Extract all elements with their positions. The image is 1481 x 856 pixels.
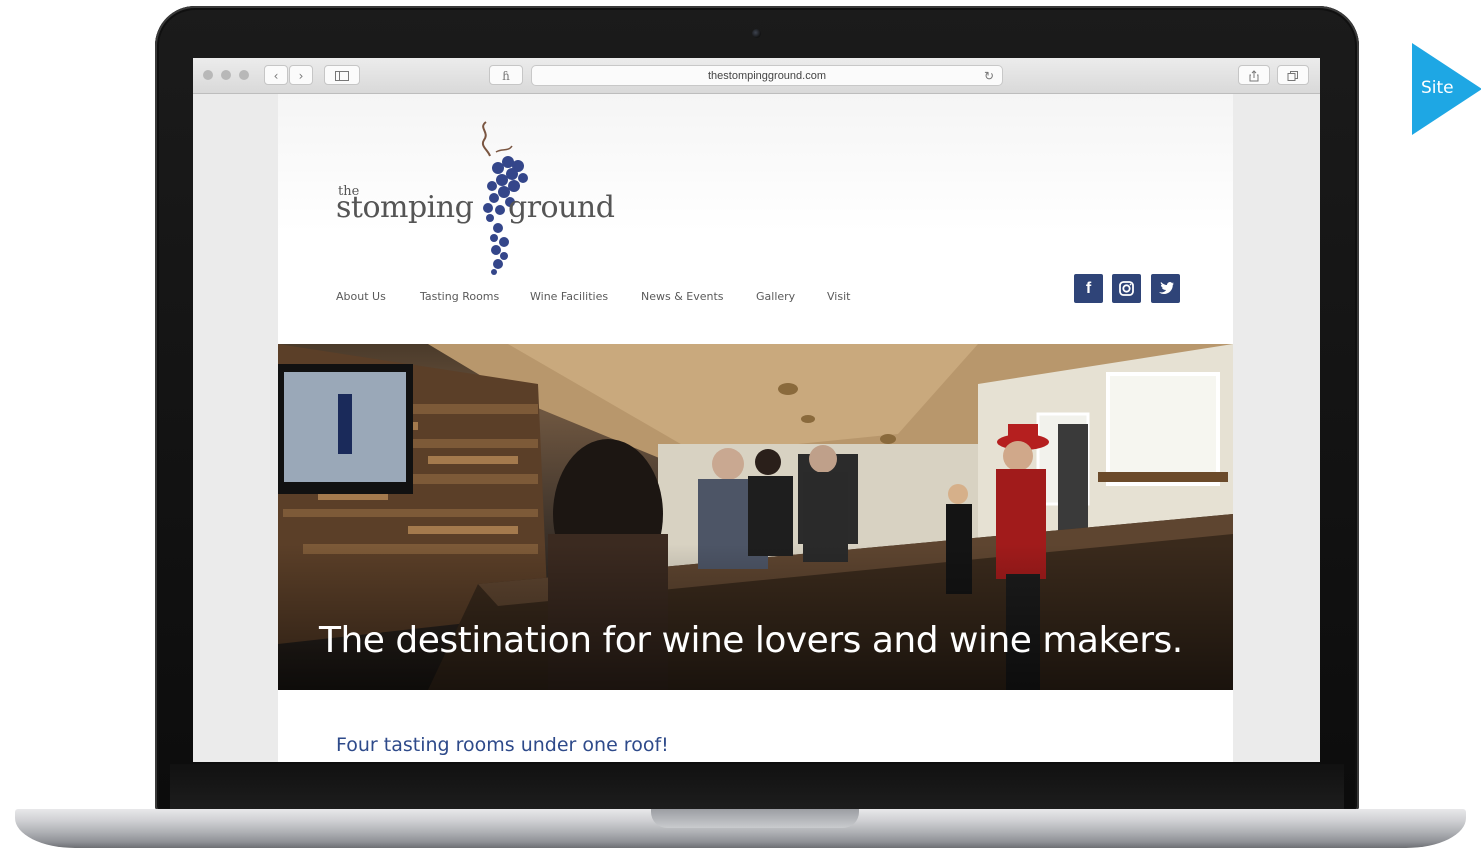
share-icon xyxy=(1249,70,1259,82)
window-close-button[interactable] xyxy=(203,70,213,80)
reader-icon: ɦ xyxy=(502,69,510,83)
hero-caption: The destination for wine lovers and wine… xyxy=(319,620,1183,661)
nav-item-gallery[interactable]: Gallery xyxy=(756,290,795,303)
sidebar-button[interactable] xyxy=(324,65,360,85)
website-page: the stomping ground About Us Tasting Roo… xyxy=(278,94,1233,762)
section-heading: Four tasting rooms under one roof! xyxy=(336,734,669,756)
nav-item-news-events[interactable]: News & Events xyxy=(641,290,724,303)
share-button[interactable] xyxy=(1238,65,1270,85)
logo-text-stomping[interactable]: stomping xyxy=(336,190,474,225)
facebook-icon[interactable]: f xyxy=(1074,274,1103,303)
nav-item-wine-facilities[interactable]: Wine Facilities xyxy=(530,290,608,303)
instagram-icon[interactable] xyxy=(1112,274,1141,303)
site-header: the stomping ground About Us Tasting Roo… xyxy=(278,94,1233,324)
laptop-notch xyxy=(651,809,859,828)
reload-icon[interactable]: ↻ xyxy=(984,66,994,86)
forward-button[interactable]: › xyxy=(289,65,313,85)
url-text: thestompingground.com xyxy=(707,70,826,82)
window-zoom-button[interactable] xyxy=(239,70,249,80)
site-badge-label: Site xyxy=(1421,78,1454,98)
nav-item-about-us[interactable]: About Us xyxy=(336,290,386,303)
window-minimize-button[interactable] xyxy=(221,70,231,80)
logo-text-ground[interactable]: ground xyxy=(508,190,615,225)
camera xyxy=(752,29,761,38)
back-button[interactable]: ‹ xyxy=(264,65,288,85)
browser-toolbar: ‹ › ɦ thestompingground.com ↻ xyxy=(193,58,1320,94)
tabs-button[interactable] xyxy=(1277,65,1309,85)
chevron-left-icon: ‹ xyxy=(273,69,279,83)
nav-item-tasting-rooms[interactable]: Tasting Rooms xyxy=(420,290,499,303)
chevron-right-icon: › xyxy=(298,69,304,83)
laptop-bezel-bottom xyxy=(170,764,1344,809)
nav-item-visit[interactable]: Visit xyxy=(827,290,850,303)
tabs-icon xyxy=(1287,71,1298,81)
hero-image: The destination for wine lovers and wine… xyxy=(278,344,1233,690)
reader-button[interactable]: ɦ xyxy=(489,65,523,85)
sidebar-icon xyxy=(335,71,349,81)
twitter-icon[interactable] xyxy=(1151,274,1180,303)
address-bar[interactable]: thestompingground.com ↻ xyxy=(531,65,1003,86)
browser-window: ‹ › ɦ thestompingground.com ↻ the stompi… xyxy=(193,58,1320,762)
